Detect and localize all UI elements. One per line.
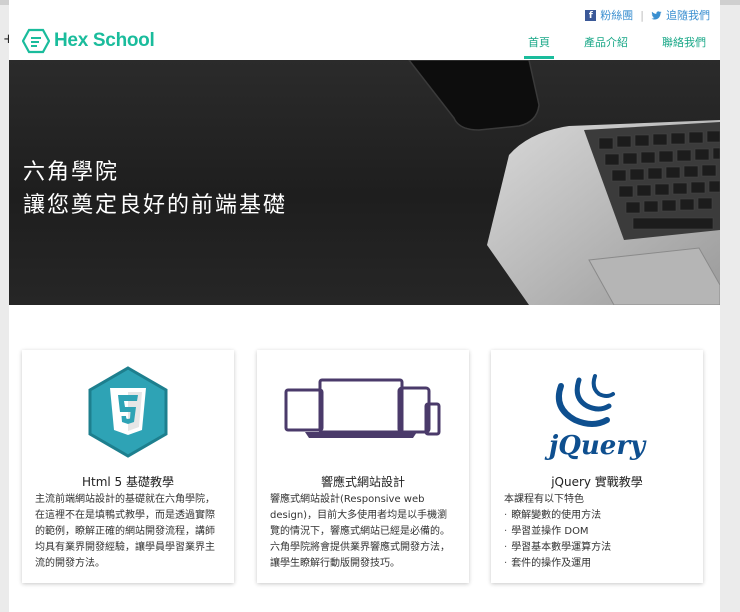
- list-item: 學習並操作 DOM: [504, 524, 691, 540]
- course-card-rwd: 響應式網站設計 響應式網站設計(Responsive web design)，目…: [257, 350, 469, 583]
- brand-name: Hex School: [54, 30, 155, 51]
- hero-subtitle: 讓您奠定良好的前端基礎: [23, 193, 288, 218]
- list-item: 瞭解變數的使用方法: [504, 508, 691, 524]
- nav-item-products[interactable]: 產品介紹: [584, 34, 628, 59]
- facebook-icon[interactable]: f: [585, 9, 597, 21]
- main-nav: 首頁 產品介紹 聯絡我們: [494, 34, 706, 59]
- card-body-text: 響應式網站設計(Responsive web design)，目前大多使用者均是…: [270, 494, 450, 569]
- svg-text:jQuery: jQuery: [544, 431, 647, 461]
- twitter-icon[interactable]: [651, 10, 662, 21]
- brand-logo[interactable]: Hex School: [22, 28, 155, 54]
- list-item: 學習基本數學運算方法: [504, 540, 691, 556]
- html5-hexagon-icon: [88, 366, 168, 458]
- divider: |: [640, 8, 644, 22]
- social-links: f 粉絲團 | 追隨我們: [585, 7, 710, 23]
- card-description: 本課程有以下特色 瞭解變數的使用方法 學習並操作 DOM 學習基本數學運算方法 …: [504, 492, 691, 572]
- hexagon-logo-icon: [22, 28, 50, 54]
- jquery-logo-icon: jQuery: [544, 374, 647, 461]
- page: f 粉絲團 | 追隨我們 Hex School 首頁 產品介紹 聯絡我們 六角學…: [9, 0, 720, 612]
- card-title: jQuery 實戰教學: [551, 475, 643, 489]
- nav-item-home[interactable]: 首頁: [524, 34, 554, 59]
- responsive-devices-icon: [284, 378, 441, 438]
- hero-title: 六角學院: [23, 160, 120, 185]
- facebook-link[interactable]: 粉絲團: [600, 7, 633, 23]
- hero-banner: 六角學院 讓您奠定良好的前端基礎: [9, 60, 720, 305]
- list-item: 套件的操作及運用: [504, 556, 691, 572]
- course-card-html5: Html 5 基礎教學 主流前端網站設計的基礎就在六角學院，在這裡不在是填鴨式教…: [22, 350, 234, 583]
- nav-item-contact[interactable]: 聯絡我們: [662, 34, 706, 59]
- course-card-jquery: jQuery jQuery 實戰教學 本課程有以下特色 瞭解變數的使用方法 學習…: [491, 350, 703, 583]
- card-title: Html 5 基礎教學: [81, 475, 175, 489]
- card-title: 響應式網站設計: [320, 475, 405, 489]
- twitter-link[interactable]: 追隨我們: [666, 7, 710, 23]
- card-intro-text: 本課程有以下特色: [504, 494, 584, 505]
- card-description: 主流前端網站設計的基礎就在六角學院，在這裡不在是填鴨式教學，而是透過實際的範例，…: [35, 492, 222, 572]
- card-body-text: 主流前端網站設計的基礎就在六角學院，在這裡不在是填鴨式教學，而是透過實際的範例，…: [35, 494, 215, 569]
- card-description: 響應式網站設計(Responsive web design)，目前大多使用者均是…: [270, 492, 457, 572]
